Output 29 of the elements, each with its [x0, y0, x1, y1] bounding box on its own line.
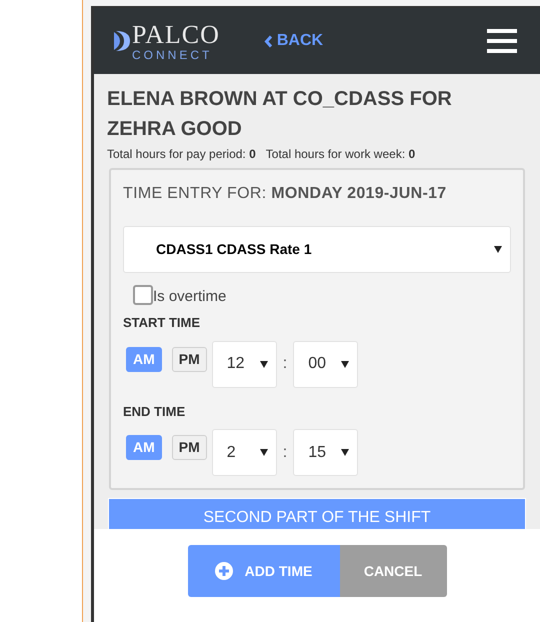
period-toggle[interactable]: PM: [172, 435, 207, 460]
dropdown-arrow-icon: [260, 360, 268, 368]
period-toggle[interactable]: PM: [172, 346, 207, 372]
overtime-label: Is overtime: [153, 289, 226, 305]
dropdown-arrow-icon: [494, 246, 502, 253]
hour-select[interactable]: 12: [212, 340, 277, 388]
back-link[interactable]: BACK: [264, 29, 324, 53]
hours-total: Total hours for pay period: 0: [107, 146, 256, 163]
overtime-checkbox[interactable]: [133, 285, 153, 305]
minute-select[interactable]: 15: [293, 429, 358, 476]
time-separator: :: [282, 354, 288, 374]
time-label: END TIME: [123, 402, 186, 420]
dropdown-arrow-icon: [341, 360, 350, 368]
minute-select[interactable]: 00: [293, 340, 358, 388]
logo-icon: [114, 30, 130, 52]
logo-tagline: CONNECT: [132, 48, 214, 60]
chevron-left-icon: [264, 34, 273, 48]
hours-total: Total hours for work week: 0: [266, 146, 416, 163]
rate-select[interactable]: CDASS1 CDASS Rate 1: [123, 226, 511, 273]
time-entry-heading: TIME ENTRY FOR: MONDAY 2019-JUN-17: [123, 184, 448, 204]
plus-circle-icon: [214, 562, 233, 580]
time-separator: :: [282, 442, 288, 462]
menu-icon[interactable]: [487, 29, 517, 53]
dropdown-arrow-icon: [260, 449, 268, 456]
dropdown-arrow-icon: [341, 449, 350, 456]
page-title: ELENA BROWN AT CO_CDASS FOR ZEHRA GOOD: [107, 87, 453, 142]
time-label: START TIME: [123, 314, 202, 332]
logo-wordmark: PALCO: [132, 22, 220, 48]
hour-select[interactable]: 2: [212, 429, 277, 476]
